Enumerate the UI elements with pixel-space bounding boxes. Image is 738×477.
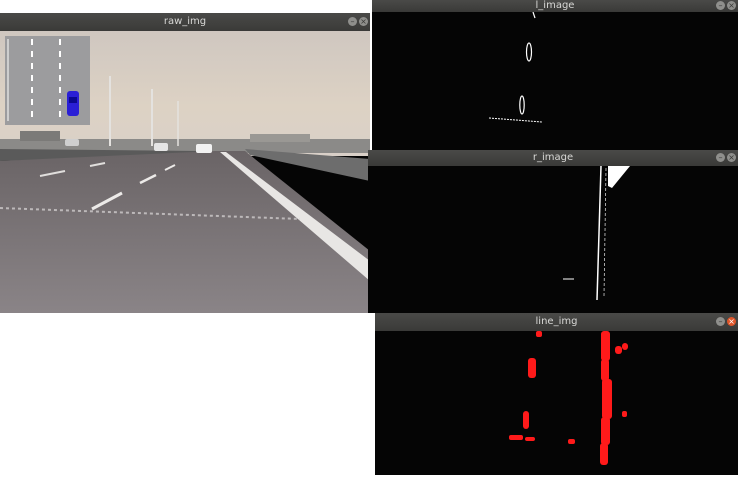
minimize-icon[interactable]: –: [348, 17, 357, 26]
line-img-window[interactable]: line_img – ×: [375, 313, 738, 475]
vehicle-marker: [67, 91, 79, 116]
l-image-title: l_image: [535, 0, 575, 11]
close-icon[interactable]: ×: [727, 317, 736, 326]
l-image-canvas: [372, 12, 738, 150]
r-image-title: r_image: [532, 152, 574, 163]
minimize-icon[interactable]: –: [716, 317, 725, 326]
line-img-title: line_img: [535, 316, 578, 327]
r-image-canvas: [368, 166, 738, 313]
raw-img-canvas: [0, 31, 370, 313]
close-icon[interactable]: ×: [727, 1, 736, 10]
minimize-icon[interactable]: –: [716, 1, 725, 10]
r-image-titlebar[interactable]: r_image – ×: [368, 150, 738, 166]
raw-img-window[interactable]: raw_img – ×: [0, 13, 370, 313]
line-img-canvas: [375, 331, 738, 475]
close-icon[interactable]: ×: [727, 153, 736, 162]
right-lane-mask: [368, 166, 738, 313]
l-image-window[interactable]: l_image – ×: [372, 0, 738, 150]
left-lane-mask: [372, 12, 738, 150]
raw-img-titlebar[interactable]: raw_img – ×: [0, 13, 370, 31]
detected-lines-image: [375, 331, 738, 475]
birds-eye-inset: [5, 36, 90, 125]
line-img-titlebar[interactable]: line_img – ×: [375, 313, 738, 331]
r-image-window[interactable]: r_image – ×: [368, 150, 738, 313]
close-icon[interactable]: ×: [359, 17, 368, 26]
minimize-icon[interactable]: –: [716, 153, 725, 162]
raw-img-title: raw_img: [163, 16, 207, 27]
l-image-titlebar[interactable]: l_image – ×: [372, 0, 738, 12]
road-camera-image: [0, 31, 370, 313]
